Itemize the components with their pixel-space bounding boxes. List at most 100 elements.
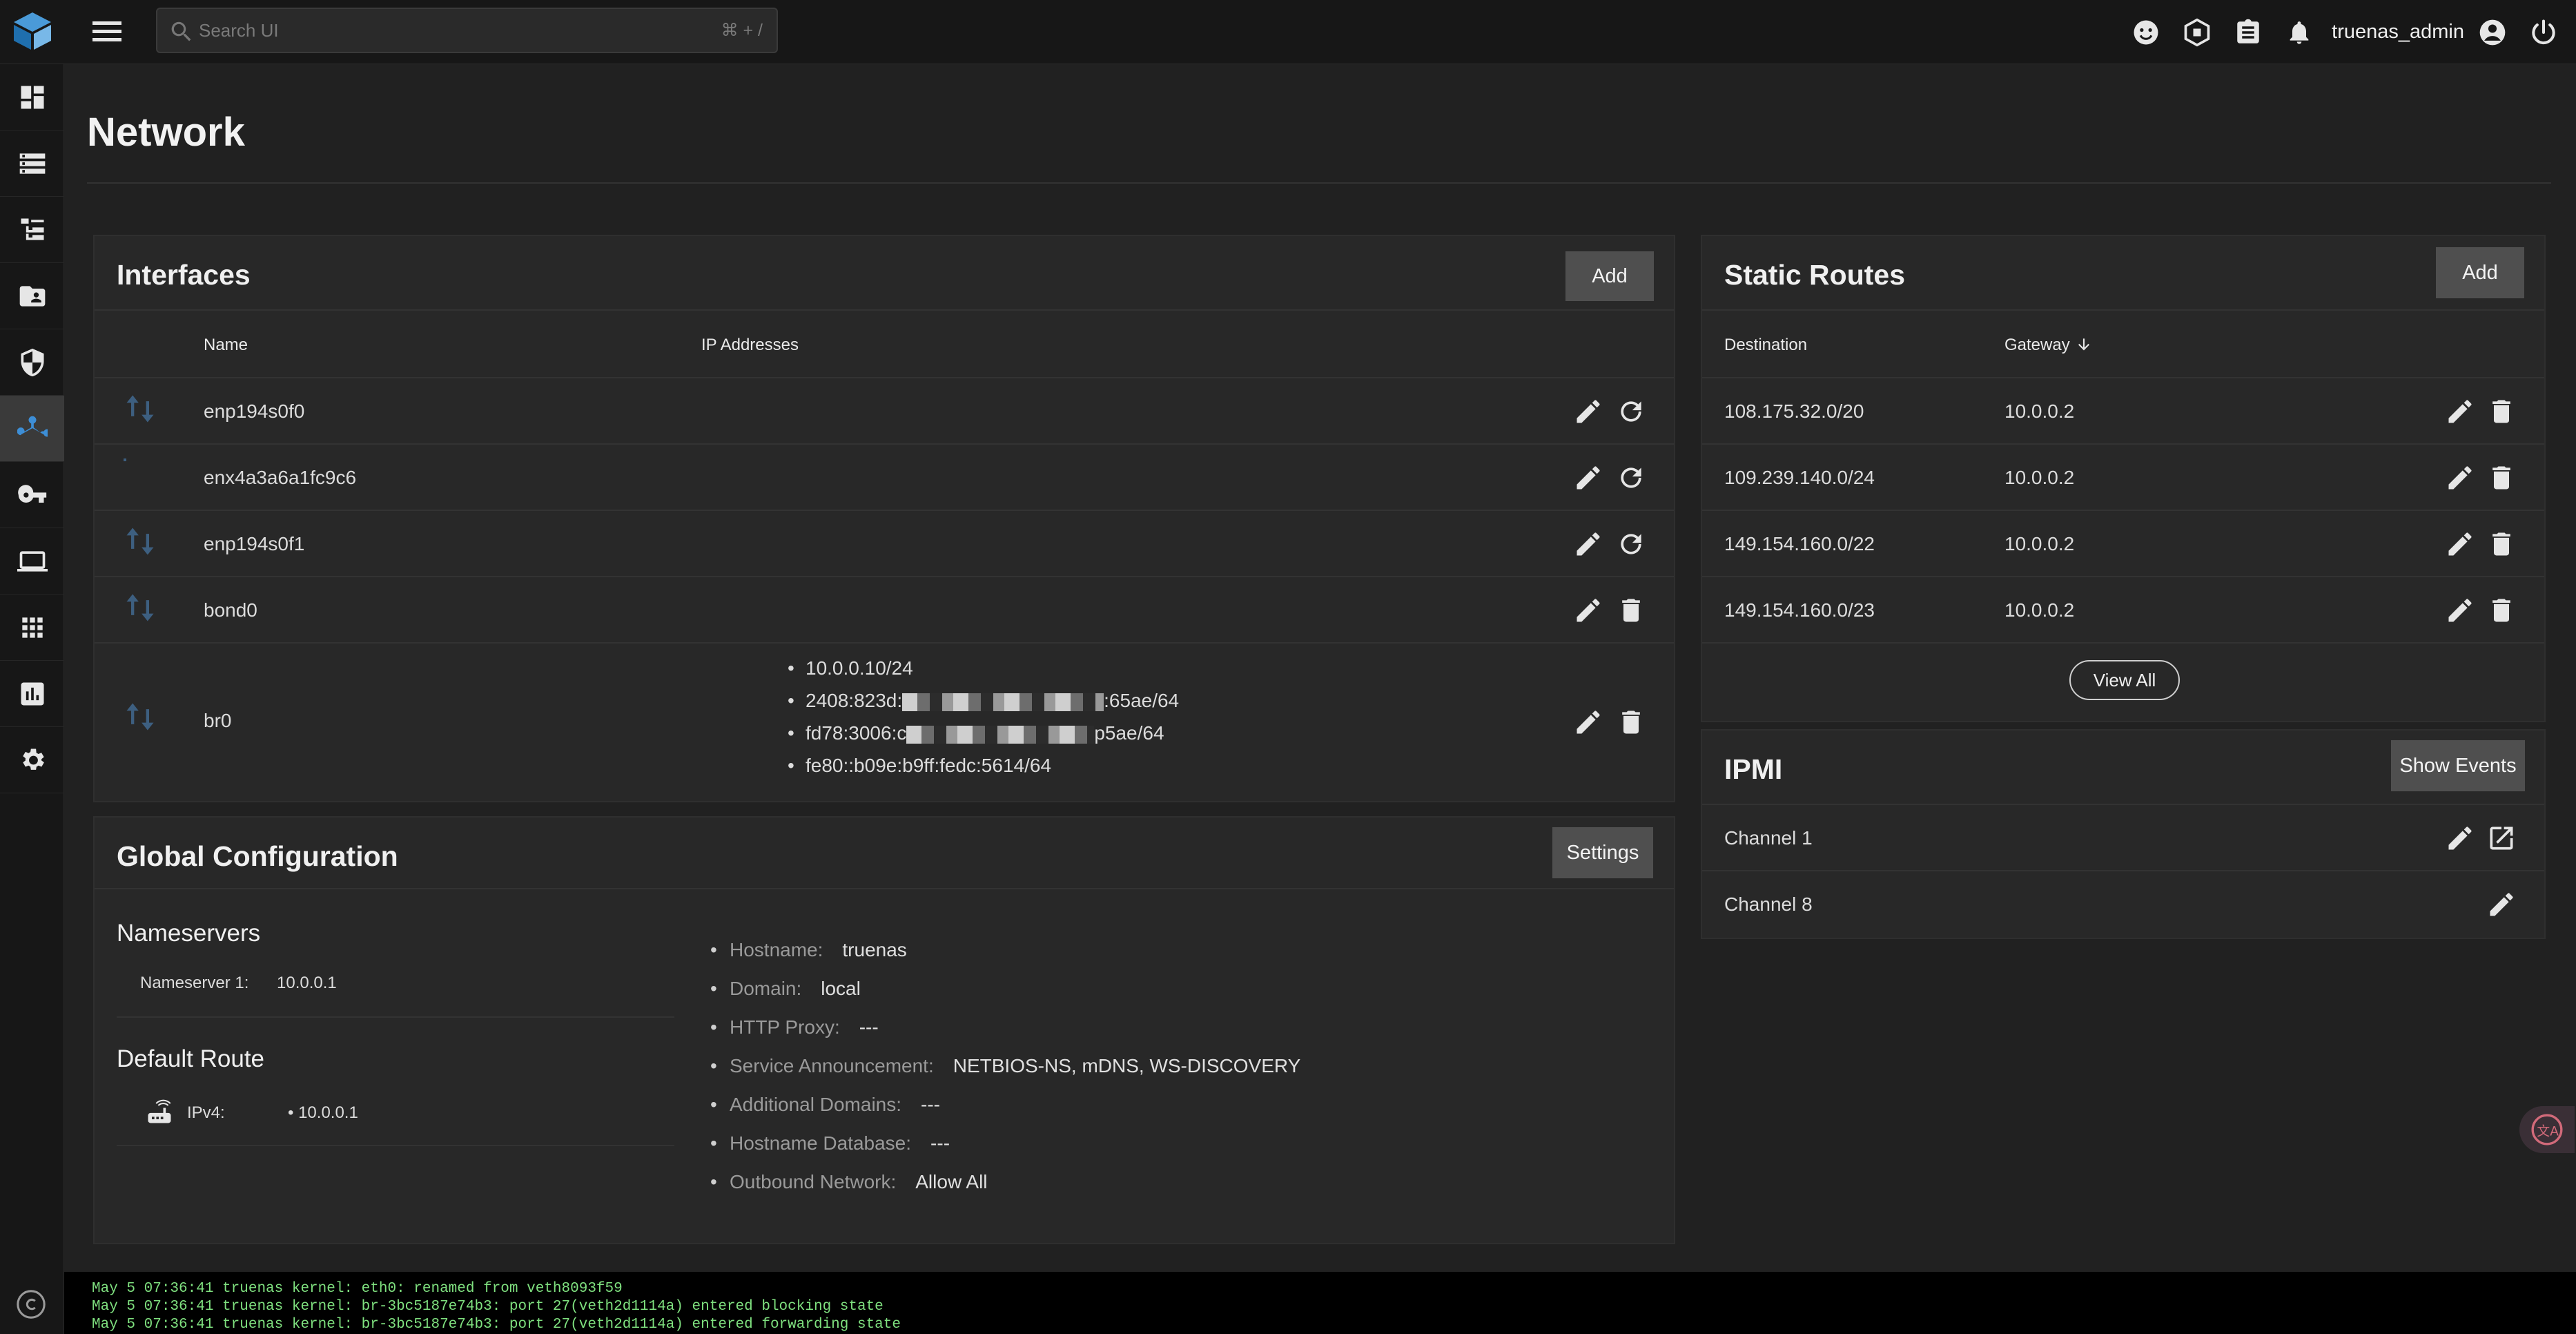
interfaces-card: Interfaces Add Name IP Addresses enp194s… (93, 235, 1675, 802)
dashboard-icon (21, 86, 43, 108)
console-line: May 5 07:36:41 truenas kernel: eth0: ren… (92, 1281, 623, 1297)
global-configuration-title: Global Configuration (117, 840, 398, 872)
username[interactable]: truenas_admin (2332, 21, 2464, 44)
sidebar-item-credentials[interactable] (0, 329, 64, 396)
ipmi-channel-name: Channel 1 (1724, 827, 1813, 849)
datasets-icon (21, 218, 43, 240)
truenas-logo[interactable] (11, 10, 54, 52)
add-interface-button[interactable]: Add (1565, 251, 1654, 301)
sidebar-item-network[interactable] (0, 396, 64, 462)
link-status-dot-icon (124, 458, 126, 461)
sort-arrow-down-icon[interactable] (2075, 336, 2093, 354)
static-routes-title: Static Routes (1724, 259, 1905, 291)
sidebar-item-dashboard[interactable] (0, 64, 64, 130)
truecommand-icon[interactable] (2178, 14, 2216, 51)
ipmi-channel-name: Channel 8 (1724, 893, 1813, 915)
open-in-new-icon[interactable] (2486, 823, 2517, 853)
svg-text:文A: 文A (2537, 1123, 2559, 1139)
copyright-icon[interactable] (15, 1288, 47, 1320)
route-gateway: 10.0.0.2 (2004, 533, 2075, 554)
interface-name: bond0 (204, 599, 257, 621)
table-row[interactable]: Channel 8 (1702, 870, 2544, 936)
power-icon[interactable] (2525, 14, 2562, 51)
delete-trash-icon[interactable] (1616, 595, 1646, 626)
table-row[interactable]: Channel 1 (1702, 804, 2544, 870)
sidebar-item-apps[interactable] (0, 594, 64, 661)
reset-refresh-icon[interactable] (1616, 529, 1646, 559)
hostname-detail: Hostname:truenas (710, 939, 907, 961)
jobs-clipboard-icon[interactable] (2229, 14, 2267, 51)
additional-domains-detail: Additional Domains:--- (710, 1094, 940, 1116)
table-row[interactable]: bond0 (95, 576, 1674, 642)
ipv4-value: • 10.0.0.1 (288, 1103, 358, 1122)
edit-pencil-icon[interactable] (2445, 823, 2475, 853)
table-row[interactable]: br0 10.0.0.10/24 2408:823d::65ae/64 fd78… (95, 642, 1674, 801)
settings-button[interactable]: Settings (1552, 827, 1653, 878)
nameservers-heading: Nameservers (117, 920, 261, 947)
network-icon (17, 416, 48, 437)
edit-pencil-icon[interactable] (2445, 463, 2475, 493)
column-header-gateway[interactable]: Gateway (2004, 336, 2070, 355)
edit-pencil-icon[interactable] (2445, 595, 2475, 626)
table-row[interactable]: enp194s0f0 (95, 377, 1674, 443)
edit-pencil-icon[interactable] (2445, 396, 2475, 427)
virtualization-icon (17, 550, 48, 572)
delete-trash-icon[interactable] (1616, 707, 1646, 737)
view-all-button[interactable]: View All (2069, 660, 2180, 700)
edit-pencil-icon[interactable] (1573, 529, 1603, 559)
translate-icon[interactable]: 文A (2519, 1106, 2575, 1153)
table-row[interactable]: 149.154.160.0/22 10.0.0.2 (1702, 510, 2544, 576)
edit-pencil-icon[interactable] (2445, 529, 2475, 559)
link-status-updown-icon (122, 699, 158, 735)
sidebar-item-system-settings[interactable] (0, 727, 64, 793)
search-box[interactable]: ⌘ + / (156, 8, 778, 53)
interface-name: enp194s0f0 (204, 400, 305, 422)
console-line: May 5 07:36:41 truenas kernel: br-3bc518… (92, 1299, 884, 1315)
table-row[interactable]: enp194s0f1 (95, 510, 1674, 576)
credentials-icon (21, 348, 43, 376)
hamburger-menu-icon[interactable] (90, 17, 124, 46)
sidebar-item-system-keys[interactable] (0, 462, 64, 528)
interface-name: enx4a3a6a1fc9c6 (204, 467, 357, 488)
sidebar-item-virtualization[interactable] (0, 528, 64, 594)
search-input[interactable] (199, 14, 668, 46)
sidebar-item-datasets[interactable] (0, 197, 64, 263)
delete-trash-icon[interactable] (2486, 463, 2517, 493)
sidebar-item-reporting[interactable] (0, 661, 64, 727)
delete-trash-icon[interactable] (2486, 529, 2517, 559)
reset-refresh-icon[interactable] (1616, 396, 1646, 427)
edit-pencil-icon[interactable] (1573, 707, 1603, 737)
route-gateway: 10.0.0.2 (2004, 467, 2075, 488)
ip-address: fe80::b09e:b9ff:fedc:5614/64 (788, 755, 1179, 787)
account-circle-icon[interactable] (2474, 14, 2511, 51)
edit-pencil-icon[interactable] (1573, 396, 1603, 427)
feedback-smiley-icon[interactable] (2127, 14, 2165, 51)
column-header-name[interactable]: Name (204, 336, 248, 355)
table-row[interactable]: 149.154.160.0/23 10.0.0.2 (1702, 576, 2544, 642)
column-header-destination[interactable]: Destination (1724, 336, 1807, 355)
router-icon (144, 1096, 175, 1127)
ip-address-list: 10.0.0.10/24 2408:823d::65ae/64 fd78:300… (788, 657, 1179, 787)
notifications-bell-icon[interactable] (2281, 14, 2318, 51)
table-row[interactable]: 109.239.140.0/24 10.0.0.2 (1702, 443, 2544, 510)
add-static-route-button[interactable]: Add (2436, 247, 2524, 298)
delete-trash-icon[interactable] (2486, 595, 2517, 626)
search-shortcut: ⌘ + / (721, 21, 763, 40)
page-title: Network (87, 110, 245, 155)
edit-pencil-icon[interactable] (2486, 889, 2517, 920)
table-row[interactable]: 108.175.32.0/20 10.0.0.2 (1702, 377, 2544, 443)
shares-icon (19, 285, 45, 307)
edit-pencil-icon[interactable] (1573, 463, 1603, 493)
sidebar-item-shares[interactable] (0, 263, 64, 329)
show-events-button[interactable]: Show Events (2391, 740, 2525, 791)
ip-address: 10.0.0.10/24 (788, 657, 1179, 690)
service-announcement-detail: Service Announcement:NETBIOS-NS, mDNS, W… (710, 1055, 1300, 1077)
table-row[interactable]: enx4a3a6a1fc9c6 (95, 443, 1674, 510)
edit-pencil-icon[interactable] (1573, 595, 1603, 626)
search-icon (171, 21, 191, 41)
divider (117, 1145, 674, 1146)
link-status-updown-icon (122, 523, 158, 559)
reset-refresh-icon[interactable] (1616, 463, 1646, 493)
delete-trash-icon[interactable] (2486, 396, 2517, 427)
sidebar-item-storage[interactable] (0, 130, 64, 197)
